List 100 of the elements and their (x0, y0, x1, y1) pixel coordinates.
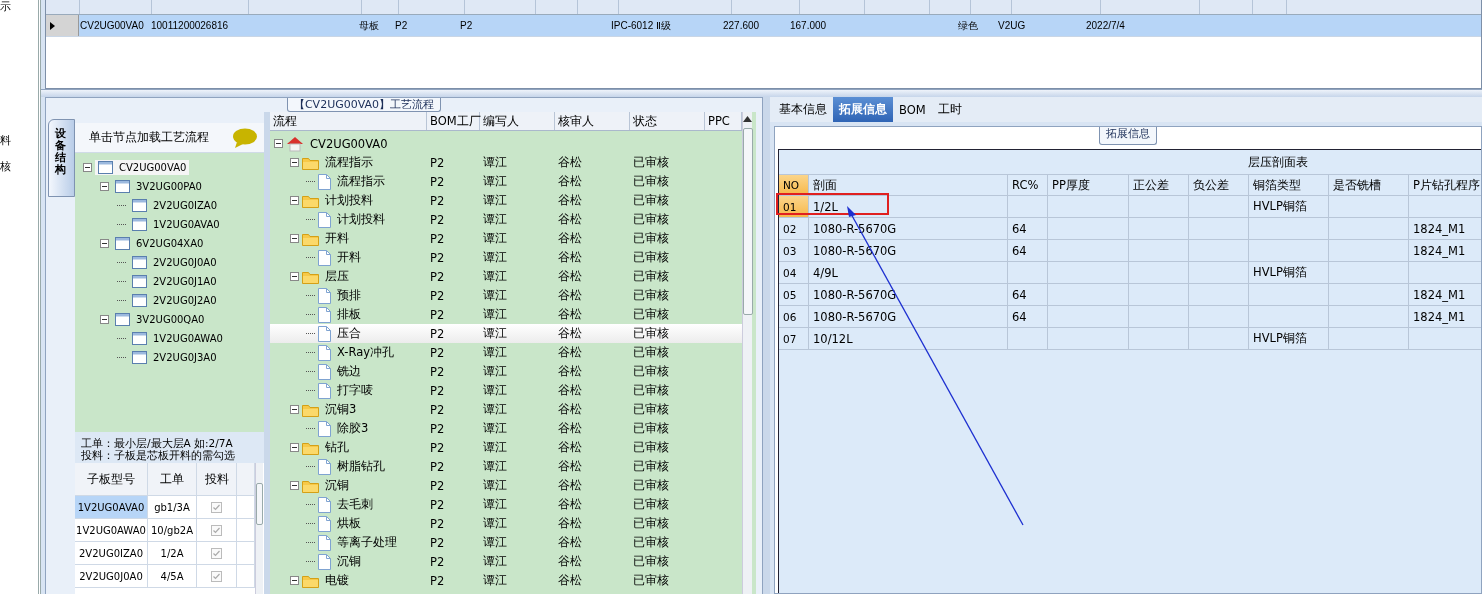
window-icon (132, 256, 147, 269)
tree-row[interactable]: 流程指示 P2 谭江 谷松 已审核 (270, 172, 742, 191)
tree-node[interactable]: 2V2UG0J1A0 (129, 274, 220, 289)
tree-row[interactable]: 等离子处理 P2 谭江 谷松 已审核 (270, 533, 742, 552)
tab[interactable]: 基本信息 (773, 97, 833, 122)
column-header[interactable]: 负公差 (1189, 175, 1249, 196)
empty-cell (1189, 306, 1249, 328)
tree-row[interactable]: 沉铜 P2 谭江 谷松 已审核 (270, 552, 742, 571)
side-tab[interactable]: 设备结构 (48, 119, 75, 198)
table-cell: 64 (1008, 306, 1048, 328)
scrollbar[interactable] (742, 112, 752, 594)
column-header[interactable]: 编写人 (480, 112, 555, 130)
table-cell[interactable]: 1V2UG0AWA0 (75, 519, 148, 541)
tree-node[interactable]: 2V2UG0J3A0 (129, 350, 220, 365)
tree-row[interactable]: 开料 P2 谭江 谷松 已审核 (270, 248, 742, 267)
tree-node[interactable]: CV2UG00VA0 (95, 160, 190, 175)
tab[interactable]: BOM (893, 97, 932, 122)
column-header[interactable]: 是否铣槽 (1329, 175, 1409, 196)
tree-node[interactable]: 2V2UG0J2A0 (129, 293, 220, 308)
table-cell: 4/9L (809, 262, 1008, 284)
table-cell[interactable]: 05 (779, 284, 809, 306)
table-cell[interactable]: 04 (779, 262, 809, 284)
scrollbar[interactable] (255, 463, 263, 594)
checkbox[interactable] (211, 547, 222, 559)
table-cell[interactable]: 2V2UG0J0A0 (75, 565, 148, 587)
table-cell: 谷松 (558, 212, 582, 227)
table-cell: P2 (430, 345, 445, 360)
tree-row[interactable]: 层压 P2 谭江 谷松 已审核 (270, 267, 742, 286)
checkbox[interactable] (211, 501, 222, 513)
tree-row[interactable]: 除胶3 P2 谭江 谷松 已审核 (270, 419, 742, 438)
tree-row[interactable]: 钻孔 P2 谭江 谷松 已审核 (270, 438, 742, 457)
tree-row[interactable]: 烘板 P2 谭江 谷松 已审核 (270, 514, 742, 533)
table-cell[interactable]: 01 (779, 196, 809, 218)
tree-row[interactable]: 开料 P2 谭江 谷松 已审核 (270, 229, 742, 248)
column-header[interactable]: 流程 (270, 112, 427, 130)
table-cell[interactable]: 1V2UG0AVA0 (75, 496, 148, 518)
table-cell[interactable]: 06 (779, 306, 809, 328)
table-cell: HVLP铜箔 (1249, 328, 1329, 350)
tab[interactable]: 拓展信息 (833, 97, 893, 122)
document-icon (318, 420, 331, 437)
table-cell: P2 (460, 20, 473, 31)
tree-node[interactable]: 3V2UG00PA0 (112, 179, 205, 194)
tree-node[interactable]: 2V2UG0J0A0 (129, 255, 220, 270)
tree-row[interactable]: CV2UG00VA0 (270, 134, 742, 153)
tree-node[interactable]: 1V2UG0AVA0 (129, 217, 223, 232)
tree-row[interactable]: 排板 P2 谭江 谷松 已审核 (270, 305, 742, 324)
tree-row[interactable]: 计划投料 P2 谭江 谷松 已审核 (270, 210, 742, 229)
splitter[interactable] (41, 89, 1482, 97)
checkbox[interactable] (211, 570, 222, 582)
table-cell: 谷松 (558, 516, 582, 531)
tree-row[interactable]: 沉铜 P2 谭江 谷松 已审核 (270, 476, 742, 495)
table-cell: 64 (1008, 284, 1048, 306)
tree-row[interactable]: X-Ray冲孔 P2 谭江 谷松 已审核 (270, 343, 742, 362)
tree-node[interactable]: 3V2UG00QA0 (112, 312, 208, 327)
table-cell[interactable]: 03 (779, 240, 809, 262)
column-header[interactable]: 工单 (148, 463, 197, 495)
table-cell: 谷松 (558, 307, 582, 322)
tab[interactable]: 工时 (931, 97, 968, 122)
tree-node[interactable]: 2V2UG0IZA0 (129, 198, 220, 213)
document-icon (318, 249, 331, 266)
tree-row[interactable]: 去毛刺 P2 谭江 谷松 已审核 (270, 495, 742, 514)
column-header[interactable]: 正公差 (1129, 175, 1189, 196)
tree-row[interactable]: 电镀 P2 谭江 谷松 已审核 (270, 571, 742, 590)
column-header[interactable]: BOM工厂 (427, 112, 480, 130)
empty-cell (1189, 218, 1249, 240)
table-cell[interactable]: 02 (779, 218, 809, 240)
column-header[interactable]: 剖面 (809, 175, 1008, 196)
document-icon (318, 553, 331, 570)
column-header[interactable]: P片钻孔程序 (1409, 175, 1481, 196)
table-cell: HVLP铜箔 (1249, 196, 1329, 218)
tree-row[interactable]: 打字唛 P2 谭江 谷松 已审核 (270, 381, 742, 400)
tree-row[interactable]: 计划投料 P2 谭江 谷松 已审核 (270, 191, 742, 210)
table-row[interactable]: CV2UG00VA0 10011200026816 母板 P2 P2 IPC-6012 Ⅱ级 227.600 167.000 绿色 V2UG 2022/7/4 (46, 15, 1481, 37)
tree-row[interactable]: 铣边 P2 谭江 谷松 已审核 (270, 362, 742, 381)
table-cell: P2 (430, 573, 445, 588)
column-header[interactable]: 铜箔类型 (1249, 175, 1329, 196)
column-header[interactable]: NO (779, 175, 809, 196)
table-cell: P2 (430, 231, 445, 246)
table-cell: 谷松 (558, 535, 582, 550)
tree-row[interactable]: 树脂钻孔 P2 谭江 谷松 已审核 (270, 457, 742, 476)
column-header[interactable]: RC% (1008, 175, 1048, 196)
table-cell: 已审核 (633, 345, 669, 360)
column-header[interactable]: 子板型号 (75, 463, 148, 495)
checkbox[interactable] (211, 524, 222, 536)
column-header[interactable]: 投料 (197, 463, 237, 495)
table-cell: P2 (430, 364, 445, 379)
tree-row[interactable]: 沉铜3 P2 谭江 谷松 已审核 (270, 400, 742, 419)
tree-node[interactable]: 1V2UG0AWA0 (129, 331, 226, 346)
document-icon (318, 173, 331, 190)
tree-row[interactable]: 流程指示 P2 谭江 谷松 已审核 (270, 153, 742, 172)
document-icon (318, 515, 331, 532)
tree-row[interactable]: 预排 P2 谭江 谷松 已审核 (270, 286, 742, 305)
table-cell[interactable]: 07 (779, 328, 809, 350)
tree-node[interactable]: 6V2UG04XA0 (112, 236, 207, 251)
table-cell: 谭江 (483, 345, 507, 360)
column-header[interactable]: PP厚度 (1048, 175, 1129, 196)
tree-row[interactable]: 压合 P2 谭江 谷松 已审核 (270, 324, 742, 343)
column-header[interactable]: 状态 (630, 112, 705, 130)
column-header[interactable]: 核审人 (555, 112, 630, 130)
table-cell[interactable]: 2V2UG0IZA0 (75, 542, 148, 564)
